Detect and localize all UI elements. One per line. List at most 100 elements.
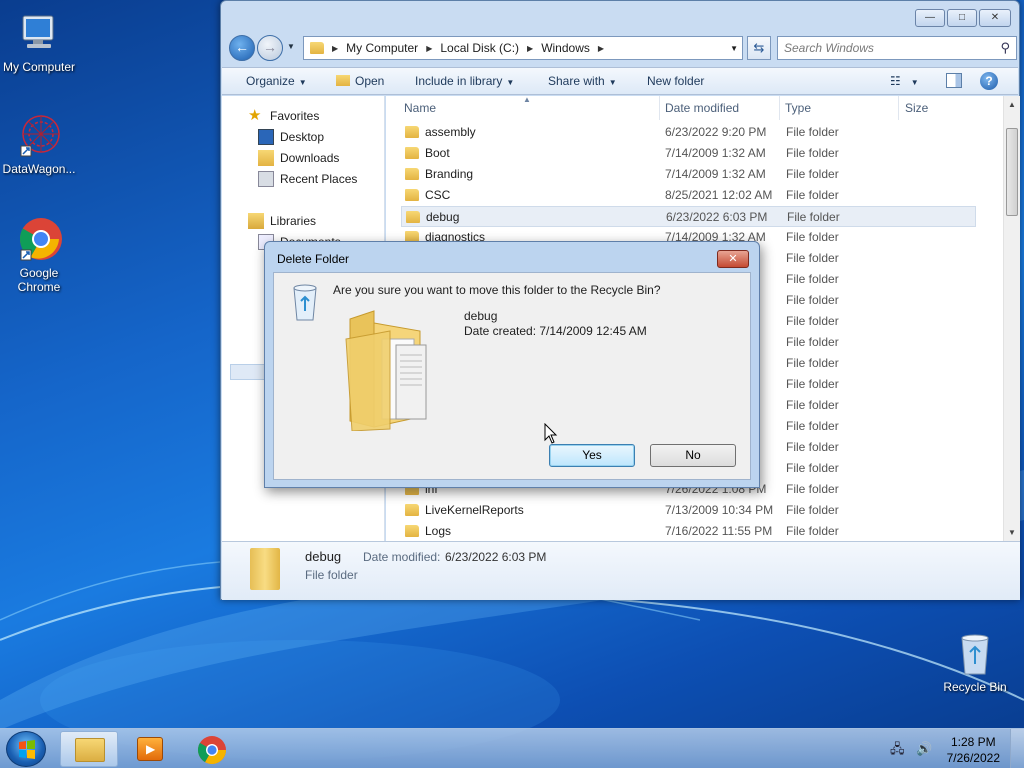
details-pane: debug Date modified: 6/23/2022 6:03 PM F… xyxy=(222,541,1020,600)
folder-icon xyxy=(405,525,419,537)
no-button[interactable]: No xyxy=(650,444,736,467)
folder-preview-icon xyxy=(344,309,434,434)
navigation-bar: ← → ▼ ▶ My Computer ▶ Local Disk (C:) ▶ … xyxy=(229,33,1017,61)
dialog-close-button[interactable]: ✕ xyxy=(717,250,749,268)
dialog-title: Delete Folder xyxy=(277,252,350,266)
folder-icon xyxy=(405,147,419,159)
row-type: File folder xyxy=(787,210,840,224)
column-divider[interactable] xyxy=(779,96,780,120)
column-name[interactable]: Name xyxy=(404,101,436,115)
view-options-button[interactable]: ☷ ▼ xyxy=(890,74,919,88)
breadcrumb-my-computer[interactable]: My Computer xyxy=(346,41,418,55)
open-button[interactable]: Open xyxy=(336,74,384,88)
scroll-thumb[interactable] xyxy=(1006,128,1018,216)
history-dropdown-icon[interactable]: ▼ xyxy=(287,42,295,51)
column-divider[interactable] xyxy=(659,96,660,120)
delete-folder-dialog: Delete Folder ✕ Are you sure you want to… xyxy=(264,241,760,488)
minimize-button[interactable]: — xyxy=(915,9,945,27)
scroll-down-icon[interactable]: ▼ xyxy=(1008,528,1016,537)
open-folder-icon xyxy=(336,75,350,86)
desktop-icon-google-chrome[interactable]: Google Chrome xyxy=(0,216,84,294)
dialog-body: Are you sure you want to move this folde… xyxy=(273,272,751,480)
row-date-modified: 6/23/2022 9:20 PM xyxy=(665,125,767,139)
row-type: File folder xyxy=(786,293,839,307)
refresh-button[interactable]: ⇆ xyxy=(747,36,771,60)
nav-downloads[interactable]: Downloads xyxy=(258,148,339,168)
table-row[interactable]: Boot 7/14/2009 1:32 AM File folder xyxy=(401,143,976,164)
sort-up-icon: ▲ xyxy=(523,95,531,104)
column-size[interactable]: Size xyxy=(905,101,928,115)
search-input[interactable]: Search Windows ⚲ xyxy=(777,36,1017,60)
taskbar-chrome[interactable] xyxy=(184,731,242,767)
share-with-button[interactable]: Share with ▼ xyxy=(548,74,617,88)
show-desktop-button[interactable] xyxy=(1010,729,1024,768)
chevron-down-icon: ▼ xyxy=(910,78,919,87)
taskbar-explorer[interactable] xyxy=(60,731,118,767)
recycle-bin-icon xyxy=(951,630,999,678)
table-row[interactable]: assembly 6/23/2022 9:20 PM File folder xyxy=(401,122,976,143)
breadcrumb-windows[interactable]: Windows xyxy=(541,41,590,55)
explorer-folder-icon xyxy=(75,738,105,762)
nav-recent-places[interactable]: Recent Places xyxy=(258,169,357,189)
breadcrumb-separator-icon[interactable]: ▶ xyxy=(332,44,338,53)
dialog-item-name: debug xyxy=(464,309,498,323)
organize-button[interactable]: Organize ▼ xyxy=(246,74,307,88)
table-row[interactable]: Logs 7/16/2022 11:55 PM File folder xyxy=(401,521,976,542)
address-bar[interactable]: ▶ My Computer ▶ Local Disk (C:) ▶ Window… xyxy=(303,36,743,60)
breadcrumb-separator-icon[interactable]: ▶ xyxy=(598,44,604,53)
folder-icon xyxy=(406,211,420,223)
clock-time: 1:28 PM xyxy=(950,735,996,749)
breadcrumb-separator-icon[interactable]: ▶ xyxy=(527,44,533,53)
dialog-question: Are you sure you want to move this folde… xyxy=(333,283,661,297)
network-icon[interactable]: 🖧 xyxy=(890,741,905,756)
desktop-icon-recycle-bin[interactable]: Recycle Bin xyxy=(930,630,1020,694)
details-type: File folder xyxy=(305,568,358,582)
nav-favorites[interactable]: ★ Favorites xyxy=(248,106,319,126)
column-date-modified[interactable]: Date modified xyxy=(665,101,739,115)
preview-pane-button[interactable] xyxy=(946,73,962,88)
table-row[interactable]: debug 6/23/2022 6:03 PM File folder xyxy=(401,206,976,227)
row-name: LiveKernelReports xyxy=(425,503,524,517)
chevron-down-icon: ▼ xyxy=(298,78,307,87)
row-type: File folder xyxy=(786,335,839,349)
table-row[interactable]: LiveKernelReports 7/13/2009 10:34 PM File … xyxy=(401,500,976,521)
help-button[interactable]: ? xyxy=(980,72,998,90)
row-date-modified: 7/13/2009 10:34 PM xyxy=(665,503,774,517)
row-name: assembly xyxy=(425,125,476,139)
row-name: debug xyxy=(426,210,460,224)
nav-libraries[interactable]: Libraries xyxy=(248,211,316,231)
new-folder-button[interactable]: New folder xyxy=(647,74,704,88)
start-button[interactable] xyxy=(6,731,46,767)
include-in-library-label: Include in library xyxy=(415,74,503,88)
maximize-button[interactable]: □ xyxy=(947,9,977,27)
taskbar-media-player[interactable]: ▶ xyxy=(122,731,180,767)
yes-button[interactable]: Yes xyxy=(549,444,635,467)
row-date-modified: 6/23/2022 6:03 PM xyxy=(666,210,768,224)
breadcrumb-separator-icon[interactable]: ▶ xyxy=(426,44,432,53)
table-row[interactable]: Branding 7/14/2009 1:32 AM File folder xyxy=(401,164,976,185)
column-divider[interactable] xyxy=(898,96,899,120)
clock[interactable]: 1:28 PM 7/26/2022 xyxy=(947,734,1000,766)
desktop-icon-datawagon[interactable]: DataWagon... xyxy=(0,112,84,176)
back-button[interactable]: ← xyxy=(229,35,255,61)
nav-desktop[interactable]: Desktop xyxy=(258,127,324,147)
nav-desktop-label: Desktop xyxy=(280,130,325,144)
forward-button[interactable]: → xyxy=(257,35,283,61)
column-type[interactable]: Type xyxy=(785,101,811,115)
search-icon[interactable]: ⚲ xyxy=(1000,40,1010,56)
nav-favorites-label: Favorites xyxy=(270,109,320,123)
include-in-library-button[interactable]: Include in library ▼ xyxy=(415,74,514,88)
vertical-scrollbar[interactable]: ▲ ▼ xyxy=(1003,96,1020,541)
datawagon-icon xyxy=(15,112,63,160)
close-button[interactable]: ✕ xyxy=(979,9,1011,27)
volume-icon[interactable]: 🔊 xyxy=(916,741,932,756)
table-row[interactable]: CSC 8/25/2021 12:02 AM File folder xyxy=(401,185,976,206)
address-dropdown-icon[interactable]: ▼ xyxy=(730,44,738,53)
row-type: File folder xyxy=(786,314,839,328)
scroll-up-icon[interactable]: ▲ xyxy=(1008,100,1016,109)
details-folder-icon xyxy=(250,548,280,590)
nav-downloads-label: Downloads xyxy=(280,151,340,165)
clock-date: 7/26/2022 xyxy=(946,751,1000,765)
breadcrumb-local-disk[interactable]: Local Disk (C:) xyxy=(440,41,519,55)
desktop-icon-my-computer[interactable]: My Computer xyxy=(0,10,84,74)
